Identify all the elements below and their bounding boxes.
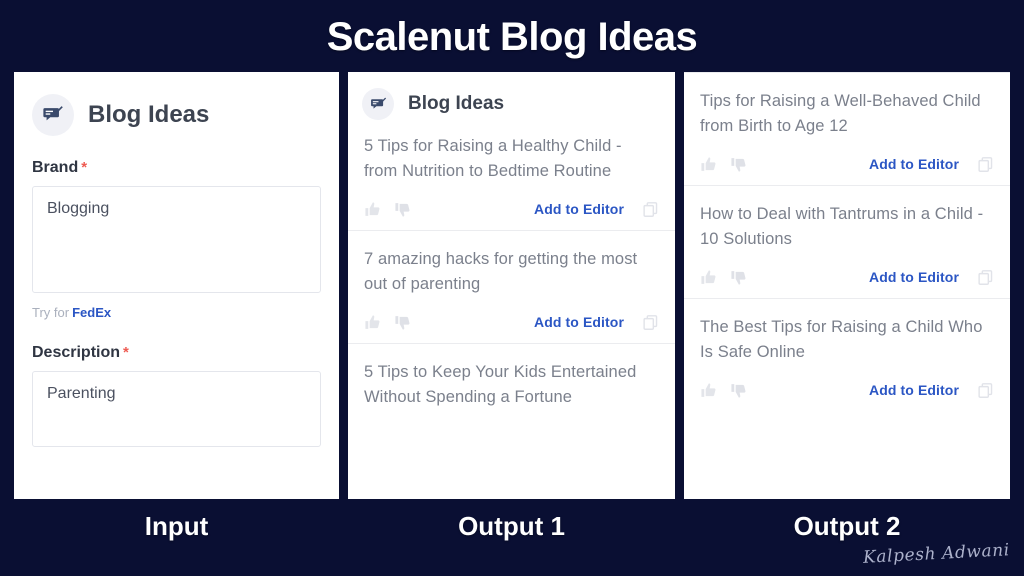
- thumbs-up-icon[interactable]: [700, 156, 717, 173]
- description-input[interactable]: Parenting: [32, 371, 321, 447]
- copy-icon[interactable]: [977, 269, 994, 286]
- add-to-editor-button[interactable]: Add to Editor: [869, 156, 959, 172]
- brand-helper-text: Try for FedEx: [32, 305, 321, 321]
- idea-actions: Add to Editor: [364, 188, 659, 230]
- description-label-text: Description: [32, 344, 121, 361]
- add-to-editor-button[interactable]: Add to Editor: [869, 269, 959, 285]
- idea-text: Tips for Raising a Well-Behaved Child fr…: [700, 92, 981, 135]
- copy-icon[interactable]: [977, 156, 994, 173]
- list-item: 5 Tips for Raising a Healthy Child - fro…: [348, 120, 675, 230]
- thumbs-down-icon[interactable]: [730, 382, 747, 399]
- chat-edit-icon: [32, 94, 74, 136]
- output1-panel: Blog Ideas 5 Tips for Raising a Healthy …: [348, 72, 675, 499]
- add-to-editor-button[interactable]: Add to Editor: [534, 201, 624, 217]
- copy-icon[interactable]: [642, 201, 659, 218]
- copy-icon[interactable]: [977, 382, 994, 399]
- thumbs-up-icon[interactable]: [364, 201, 381, 218]
- author-signature: Kalpesh Adwani: [862, 540, 1011, 568]
- output1-card-header: Blog Ideas: [348, 72, 675, 120]
- list-item: 5 Tips to Keep Your Kids Entertained Wit…: [348, 343, 675, 410]
- brand-label: Brand *: [32, 158, 321, 178]
- thumbs-up-icon[interactable]: [364, 314, 381, 331]
- vote-group: [364, 314, 411, 331]
- idea-text: The Best Tips for Raising a Child Who Is…: [700, 318, 983, 361]
- vote-group: [700, 269, 747, 286]
- vote-group: [364, 201, 411, 218]
- list-item: How to Deal with Tantrums in a Child - 1…: [684, 185, 1010, 298]
- idea-actions: Add to Editor: [700, 369, 994, 411]
- output1-idea-list: 5 Tips for Raising a Healthy Child - fro…: [348, 120, 675, 410]
- chat-edit-icon: [362, 88, 394, 120]
- list-item: Tips for Raising a Well-Behaved Child fr…: [684, 72, 1010, 185]
- copy-icon[interactable]: [642, 314, 659, 331]
- idea-actions: Add to Editor: [700, 256, 994, 298]
- caption-input: Input: [144, 511, 209, 541]
- thumbs-down-icon[interactable]: [394, 201, 411, 218]
- caption-output1: Output 1: [458, 511, 565, 541]
- add-to-editor-button[interactable]: Add to Editor: [534, 314, 624, 330]
- thumbs-down-icon[interactable]: [730, 156, 747, 173]
- brand-input[interactable]: Blogging: [32, 186, 321, 293]
- description-label: Description *: [32, 343, 321, 363]
- thumbs-up-icon[interactable]: [700, 382, 717, 399]
- input-card-header: Blog Ideas: [14, 72, 339, 136]
- brand-label-text: Brand: [32, 159, 79, 176]
- idea-text: 7 amazing hacks for getting the most out…: [364, 250, 638, 293]
- thumbs-up-icon[interactable]: [700, 269, 717, 286]
- helper-brand-example[interactable]: FedEx: [72, 305, 111, 320]
- input-panel: Blog Ideas Brand * Blogging Try for FedEx …: [14, 72, 339, 499]
- output1-card-title: Blog Ideas: [408, 93, 505, 114]
- idea-actions: Add to Editor: [364, 301, 659, 343]
- idea-text: 5 Tips to Keep Your Kids Entertained Wit…: [364, 363, 637, 406]
- input-card-title: Blog Ideas: [88, 101, 210, 128]
- input-form: Brand * Blogging Try for FedEx Description…: [14, 158, 339, 447]
- description-required-marker: *: [123, 344, 129, 361]
- thumbs-down-icon[interactable]: [730, 269, 747, 286]
- idea-text: 5 Tips for Raising a Healthy Child - fro…: [364, 137, 622, 180]
- add-to-editor-button[interactable]: Add to Editor: [869, 382, 959, 398]
- idea-text: How to Deal with Tantrums in a Child - 1…: [700, 205, 984, 248]
- thumbs-down-icon[interactable]: [394, 314, 411, 331]
- vote-group: [700, 382, 747, 399]
- caption-output2: Output 2: [793, 511, 901, 541]
- list-item: 7 amazing hacks for getting the most out…: [348, 230, 675, 343]
- vote-group: [700, 156, 747, 173]
- output2-idea-list: Tips for Raising a Well-Behaved Child fr…: [684, 72, 1010, 411]
- idea-actions: Add to Editor: [700, 143, 994, 185]
- page-title: Scalenut Blog Ideas: [326, 15, 698, 59]
- output2-panel: Tips for Raising a Well-Behaved Child fr…: [684, 72, 1010, 499]
- list-item: The Best Tips for Raising a Child Who Is…: [684, 298, 1010, 411]
- brand-required-marker: *: [81, 159, 88, 176]
- helper-prefix: Try for: [32, 305, 70, 320]
